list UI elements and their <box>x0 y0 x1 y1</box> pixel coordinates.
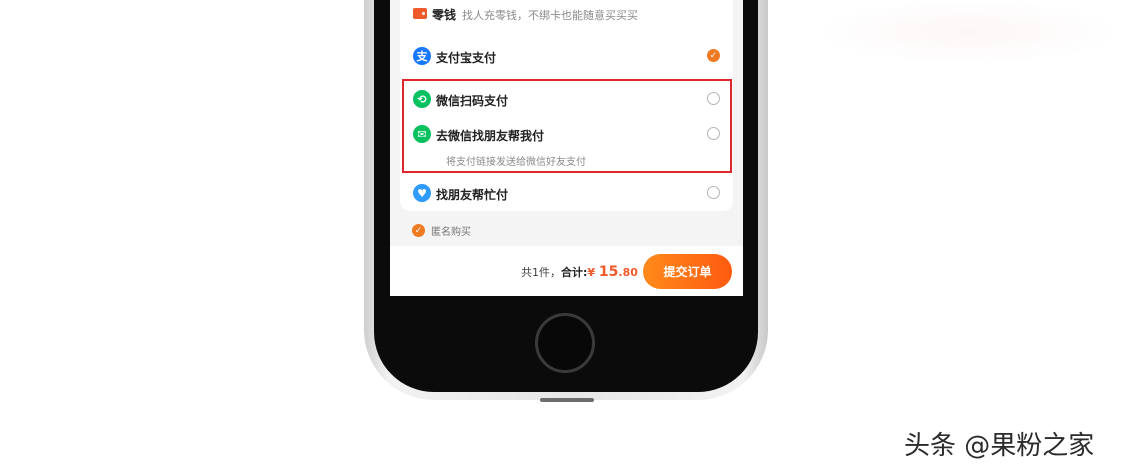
home-button[interactable] <box>535 313 595 373</box>
friend-help-label: 找朋友帮忙付 <box>436 188 509 202</box>
change-label: 零钱 <box>432 8 457 22</box>
order-summary: 共1件，合计:¥ 15.80 <box>521 264 638 280</box>
friend-help-radio[interactable] <box>707 186 720 199</box>
payment-option-friend-help[interactable]: ♥ 找朋友帮忙付 <box>400 180 733 210</box>
wallet-icon <box>413 8 427 19</box>
alipay-icon: 支 <box>413 47 431 65</box>
payment-option-change[interactable]: 零钱 找人充零钱，不绑卡也能随意买买买 <box>400 0 733 30</box>
watermark: 头条 @果粉之家 <box>904 431 1095 461</box>
payment-option-alipay[interactable]: 支 支付宝支付 ✓ <box>400 40 733 72</box>
checkout-footer: 共1件，合计:¥ 15.80 提交订单 <box>390 246 743 296</box>
friend-help-icon: ♥ <box>413 184 431 202</box>
alipay-label: 支付宝支付 <box>436 51 497 65</box>
item-count: 共1件， <box>521 266 561 279</box>
alipay-radio-checked[interactable]: ✓ <box>707 49 720 62</box>
change-desc: 找人充零钱，不绑卡也能随意买买买 <box>462 9 639 22</box>
submit-order-button[interactable]: 提交订单 <box>643 254 732 289</box>
blurred-background <box>812 0 1124 64</box>
anonymous-checkbox[interactable]: ✓ <box>412 224 425 237</box>
anonymous-purchase[interactable]: ✓ 匿名购买 <box>412 223 471 238</box>
total-label: 合计: <box>561 266 588 279</box>
highlight-annotation-box <box>402 79 732 173</box>
total-price: ¥ 15.80 <box>587 264 638 280</box>
anonymous-label: 匿名购买 <box>431 227 471 238</box>
lightning-port <box>540 398 594 402</box>
